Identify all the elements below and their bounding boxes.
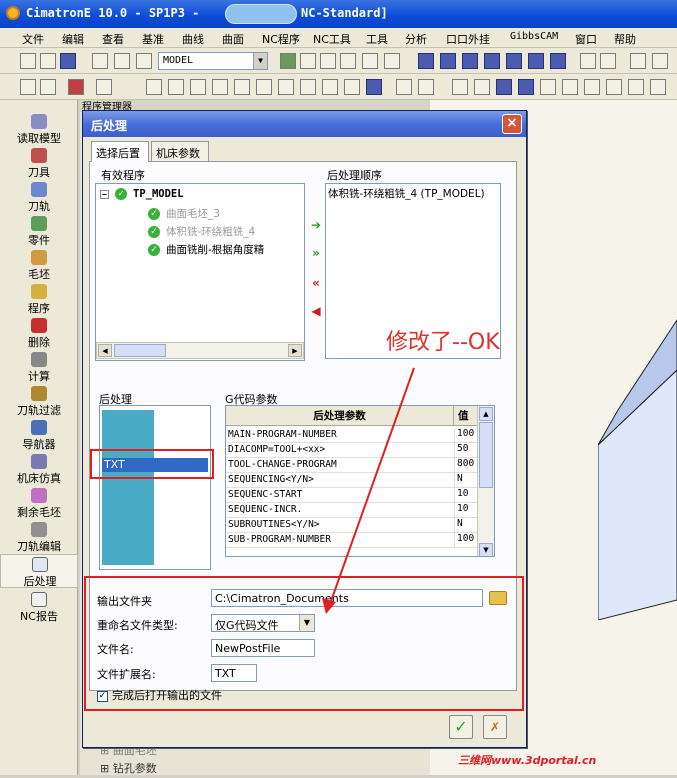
annotation-arrow [322, 367, 415, 614]
watermark: 三维网www.3dportal.cn [458, 754, 597, 767]
annotation-text: 修改了--OK [386, 330, 500, 355]
